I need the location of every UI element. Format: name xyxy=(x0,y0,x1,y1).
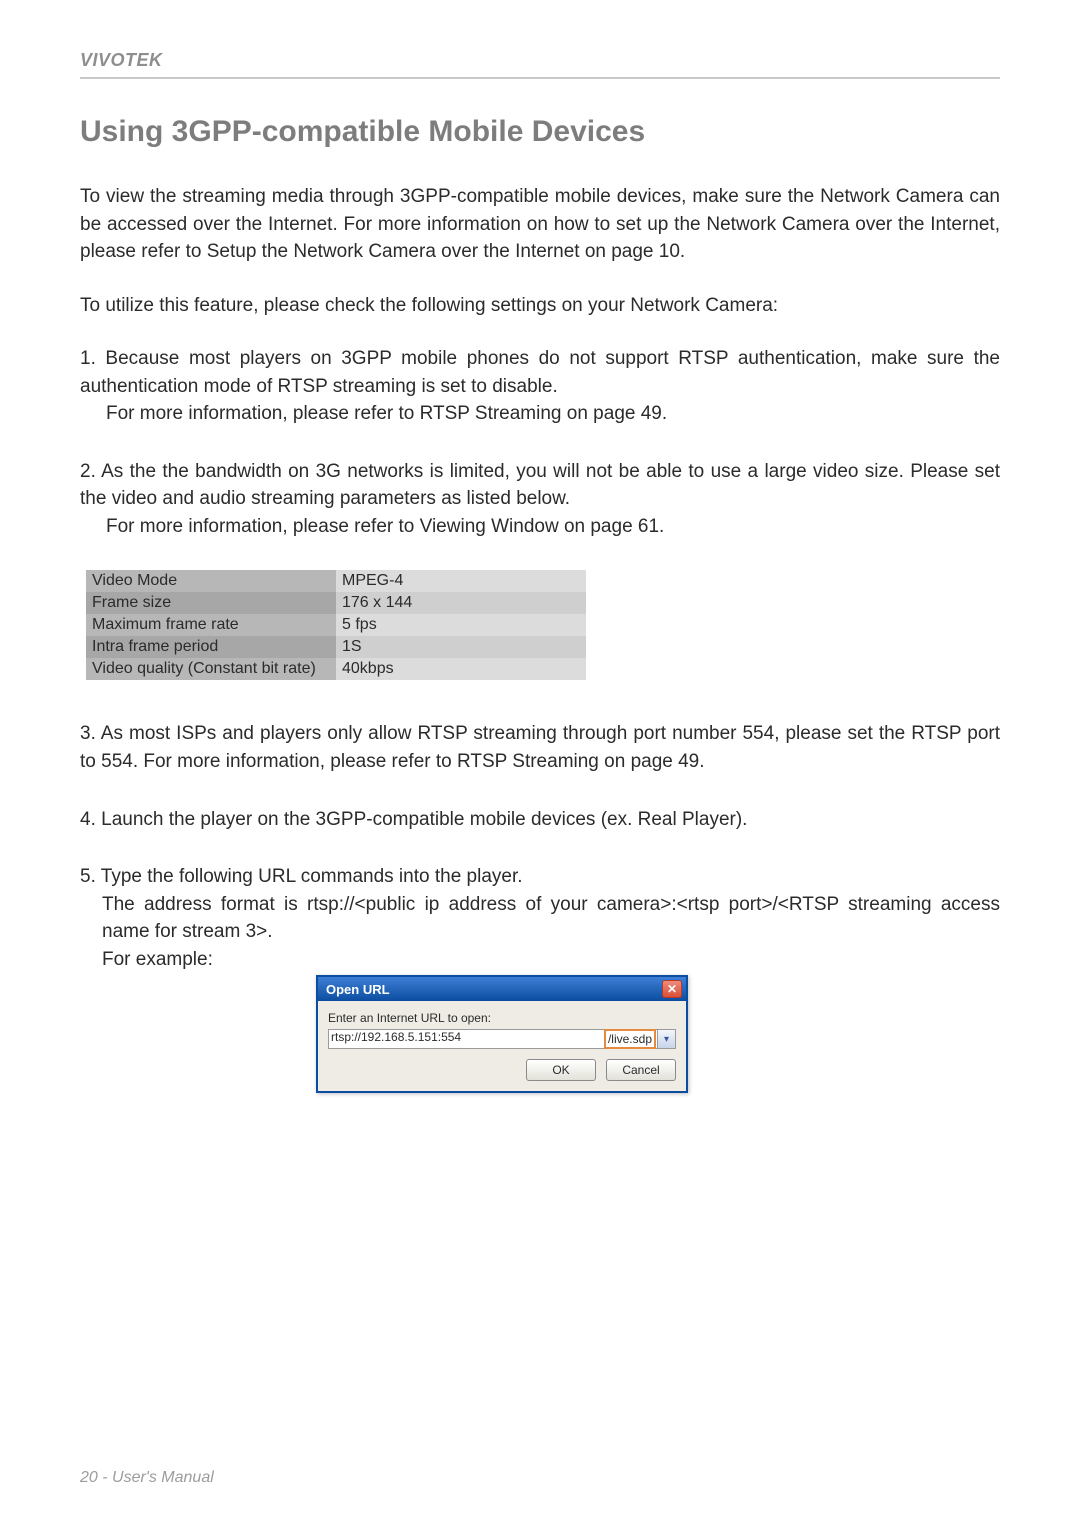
url-input[interactable]: rtsp://192.168.5.151:554 /live.sdp xyxy=(328,1029,658,1049)
list-item-2-line1: 2. As the the bandwidth on 3G networks i… xyxy=(80,458,1000,513)
divider-top xyxy=(80,77,1000,79)
list-item-5-line3: For example: xyxy=(80,946,1000,974)
ok-button[interactable]: OK xyxy=(526,1059,596,1081)
close-icon[interactable]: ✕ xyxy=(662,980,682,998)
list-item-5: 5. Type the following URL commands into … xyxy=(80,863,1000,973)
table-cell-value: 176 x 144 xyxy=(336,592,586,614)
list-item-1: 1. Because most players on 3GPP mobile p… xyxy=(80,345,1000,428)
url-input-value-prefix: rtsp://192.168.5.151:554 xyxy=(331,1030,461,1044)
list-item-2-line2: For more information, please refer to Vi… xyxy=(80,513,1000,541)
table-cell-label: Video Mode xyxy=(86,570,336,592)
brand-header: VIVOTEK xyxy=(80,50,1000,77)
chevron-down-icon[interactable]: ▾ xyxy=(658,1029,676,1049)
table-row: Intra frame period 1S xyxy=(86,636,586,658)
dialog-title-text: Open URL xyxy=(326,982,390,997)
table-cell-value: 5 fps xyxy=(336,614,586,636)
url-input-highlight: /live.sdp xyxy=(604,1029,656,1049)
section-title: Using 3GPP-compatible Mobile Devices xyxy=(80,115,1000,149)
list-item-2: 2. As the the bandwidth on 3G networks i… xyxy=(80,458,1000,541)
intro-paragraph-2: To utilize this feature, please check th… xyxy=(80,292,1000,320)
table-cell-label: Video quality (Constant bit rate) xyxy=(86,658,336,680)
table-cell-label: Maximum frame rate xyxy=(86,614,336,636)
table-cell-value: 1S xyxy=(336,636,586,658)
cancel-button[interactable]: Cancel xyxy=(606,1059,676,1081)
table-row: Maximum frame rate 5 fps xyxy=(86,614,586,636)
open-url-dialog: Open URL ✕ Enter an Internet URL to open… xyxy=(316,975,688,1093)
dialog-body: Enter an Internet URL to open: rtsp://19… xyxy=(318,1001,686,1091)
list-item-5-line2: The address format is rtsp://<public ip … xyxy=(80,891,1000,946)
list-item-5-line1: 5. Type the following URL commands into … xyxy=(80,863,1000,891)
table-cell-label: Intra frame period xyxy=(86,636,336,658)
table-row: Video Mode MPEG-4 xyxy=(86,570,586,592)
list-item-3: 3. As most ISPs and players only allow R… xyxy=(80,720,1000,775)
table-row: Video quality (Constant bit rate) 40kbps xyxy=(86,658,586,680)
dialog-titlebar: Open URL ✕ xyxy=(318,977,686,1001)
intro-paragraph-1: To view the streaming media through 3GPP… xyxy=(80,183,1000,266)
list-item-4: 4. Launch the player on the 3GPP-compati… xyxy=(80,806,1000,834)
settings-table: Video Mode MPEG-4 Frame size 176 x 144 M… xyxy=(86,570,586,680)
table-cell-label: Frame size xyxy=(86,592,336,614)
table-cell-value: MPEG-4 xyxy=(336,570,586,592)
table-row: Frame size 176 x 144 xyxy=(86,592,586,614)
list-item-1-line1: 1. Because most players on 3GPP mobile p… xyxy=(80,345,1000,400)
table-cell-value: 40kbps xyxy=(336,658,586,680)
list-item-1-line2: For more information, please refer to RT… xyxy=(80,400,1000,428)
dialog-input-label: Enter an Internet URL to open: xyxy=(328,1011,676,1025)
page-footer: 20 - User's Manual xyxy=(80,1469,214,1487)
